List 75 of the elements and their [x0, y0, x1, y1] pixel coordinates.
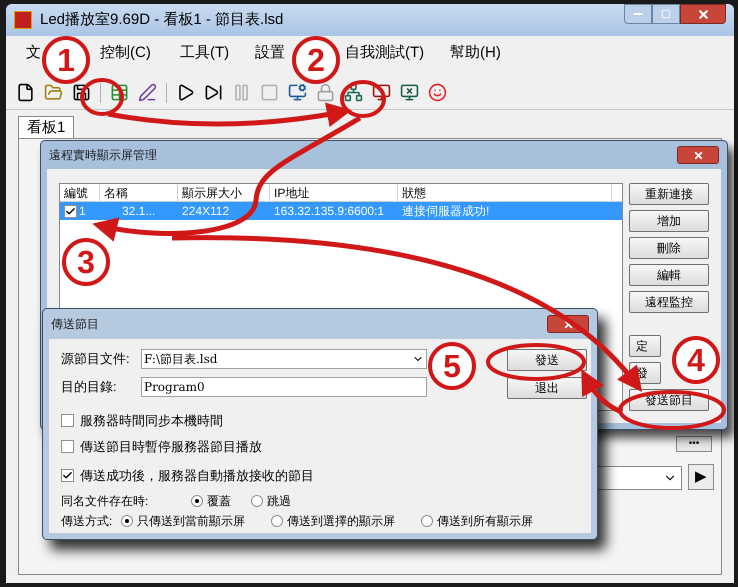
maximize-button[interactable]: [652, 4, 680, 24]
highlight-ellipse: [340, 80, 386, 118]
more-button[interactable]: •••: [676, 436, 712, 452]
dialog-button[interactable]: 刪除: [629, 237, 709, 259]
pen-icon[interactable]: [138, 83, 157, 102]
table-cell-text: 32.1...: [121, 203, 156, 220]
field-label: 目的目錄:: [61, 378, 118, 396]
field-label: 源節目文件:: [61, 350, 131, 368]
table-cell-text: 連接伺服器成功!: [401, 203, 490, 220]
column-header[interactable]: 顯示屏大小: [178, 184, 270, 201]
menu-item[interactable]: 設置: [255, 44, 285, 61]
column-header[interactable]: IP地址: [270, 184, 398, 201]
dialog-button[interactable]: 遠程監控: [629, 291, 709, 313]
close-icon: [562, 318, 574, 330]
group-label: 同名文件存在時:: [61, 492, 150, 510]
checkbox[interactable]: [61, 469, 74, 482]
dialog-title: 傳送節目: [51, 316, 99, 333]
document-icon[interactable]: [16, 83, 35, 102]
menu-item[interactable]: 自我測試(T): [345, 44, 424, 61]
dialog-button[interactable]: 重新連接: [629, 183, 709, 205]
close-icon: [692, 150, 704, 160]
close-button[interactable]: [680, 4, 726, 24]
menu-item[interactable]: 控制(C): [100, 44, 151, 61]
app-logo-icon: [14, 11, 32, 29]
close-button[interactable]: [677, 146, 719, 164]
option-label: 傳送節目時暫停服務器節目播放: [80, 438, 262, 456]
radio-button[interactable]: [271, 514, 283, 526]
dialog-button[interactable]: 發送: [507, 349, 587, 371]
highlight-ellipse: [80, 78, 124, 116]
input-field[interactable]: Program0: [141, 377, 427, 397]
play-button[interactable]: ▶: [688, 464, 714, 490]
monitor-icon[interactable]: [400, 83, 419, 102]
radio-button[interactable]: [421, 514, 433, 526]
menu-item[interactable]: 幫助(H): [450, 44, 501, 61]
group-label: 傳送方式:: [61, 512, 114, 530]
step-icon[interactable]: [204, 83, 223, 102]
radio-label: 跳過: [267, 492, 291, 510]
monitor-icon[interactable]: [372, 83, 391, 102]
radio-label: 傳送到選擇的顯示屏: [287, 512, 395, 530]
option-label: 傳送成功後，服務器自動播放接收的節目: [80, 467, 314, 485]
checkbox[interactable]: [64, 204, 77, 218]
grid-icon[interactable]: [110, 83, 129, 102]
menu-item[interactable]: 文: [26, 44, 41, 61]
option-label: 服務器時間同步本機時間: [80, 412, 223, 430]
radio-button[interactable]: [191, 494, 203, 506]
smiley-icon[interactable]: [428, 83, 447, 102]
menu-item[interactable]: 工具(T): [180, 44, 230, 61]
network-icon[interactable]: [344, 83, 363, 102]
input-field[interactable]: F:\節目表.lsd: [141, 349, 427, 369]
table-cell-text: 163.32.135.9:6600:1: [273, 203, 386, 220]
remote-monitor-icon[interactable]: [288, 83, 307, 102]
dialog-button[interactable]: 編輯: [629, 264, 709, 286]
table-cell-text: 224X112: [181, 203, 230, 220]
window-title: Led播放室9.69D - 看板1 - 節目表.lsd: [40, 10, 284, 30]
column-header[interactable]: 編號: [60, 184, 100, 201]
table-cell-text: 1: [79, 203, 86, 220]
checkbox[interactable]: [61, 440, 74, 453]
radio-button[interactable]: [121, 514, 133, 526]
radio-label: 只傳送到當前顯示屏: [137, 512, 245, 530]
dialog-button[interactable]: 定: [629, 335, 661, 357]
tab[interactable]: 看板1: [18, 116, 74, 138]
minimize-button[interactable]: [624, 4, 652, 24]
folder-icon[interactable]: [44, 83, 63, 102]
close-icon: [696, 8, 710, 20]
checkbox[interactable]: [61, 414, 74, 428]
column-header[interactable]: 狀態: [398, 184, 612, 201]
column-header[interactable]: 名稱: [100, 184, 178, 201]
radio-button[interactable]: [251, 494, 263, 506]
maximize-icon: [661, 9, 671, 19]
dialog-title: 遠程實時顯示屏管理: [49, 147, 157, 164]
radio-label: 覆蓋: [207, 492, 231, 510]
dialog-button[interactable]: 增加: [629, 210, 709, 232]
play-icon[interactable]: [176, 83, 195, 102]
dropdown-field[interactable]: [596, 466, 682, 490]
radio-label: 傳送到所有顯示屏: [437, 512, 533, 530]
